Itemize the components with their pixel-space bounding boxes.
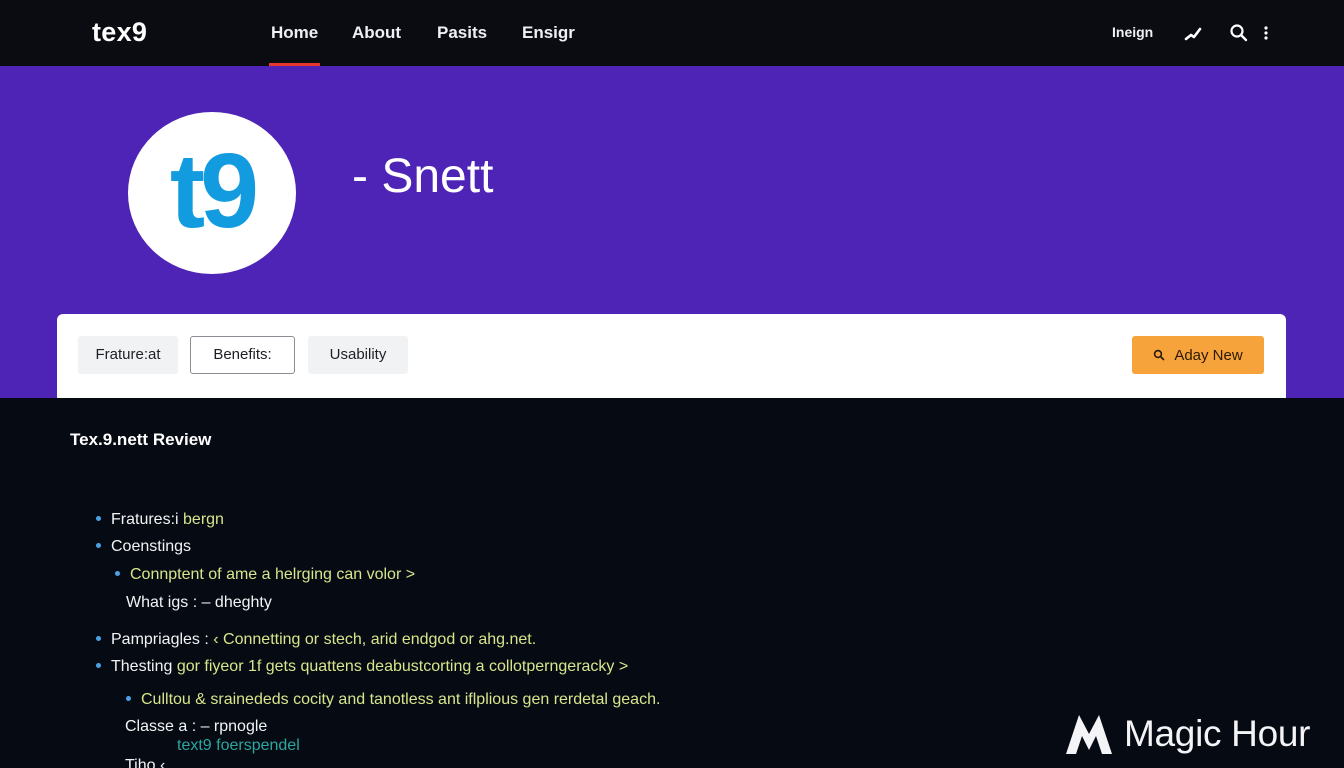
search-icon[interactable]	[1229, 23, 1249, 48]
tab-features[interactable]: Frature:at	[78, 336, 178, 374]
nav-link-ensigr[interactable]: Ensigr	[522, 0, 575, 66]
tab-benefits[interactable]: Benefits:	[190, 336, 295, 374]
review-heading: Tex.9.nett Review	[70, 430, 212, 449]
list-item: Fratures:i bergn	[96, 511, 224, 529]
list-item: Connptent of ame a helrging can volor >	[115, 566, 415, 584]
apply-now-label: Aday New	[1174, 346, 1243, 364]
bullet-icon	[96, 542, 101, 548]
magic-hour-logo-icon	[1066, 715, 1112, 754]
top-navbar: tex9 Home About Pasits Ensigr Ineign	[0, 0, 1344, 66]
watermark: Magic Hour	[1064, 710, 1310, 758]
list-item: Pampriagles : ‹ Connetting or stech, ari…	[96, 631, 536, 649]
tab-usability[interactable]: Usability	[308, 336, 408, 374]
brand-logo-text[interactable]: tex9	[92, 17, 147, 48]
list-item: Tiho ‹	[125, 757, 166, 768]
bullet-icon	[96, 515, 101, 521]
more-vertical-icon[interactable]	[1260, 24, 1272, 47]
hero-title: - Snett	[352, 150, 494, 203]
nav-link-about[interactable]: About	[352, 0, 401, 66]
nav-signin-link[interactable]: Ineign	[1112, 24, 1153, 40]
list-item: Coenstings	[96, 538, 191, 556]
bullet-icon	[115, 570, 120, 576]
list-item: Classe a : – rpnogle	[125, 718, 268, 735]
list-item: What igs : – dhegh​ty	[126, 594, 272, 611]
logo-text: t9	[169, 131, 259, 250]
apply-now-button[interactable]: Aday New	[1132, 336, 1264, 374]
watermark-text: Magic Hour	[1124, 713, 1311, 754]
nav-link-home[interactable]: Home	[268, 0, 321, 66]
site-logo: t9	[128, 112, 296, 274]
list-item: Thesting gor fiyeor 1f gets quattens dea…	[96, 658, 628, 676]
search-icon	[1154, 349, 1165, 361]
tab-bar-card: Frature:at Benefits: Usability Aday New	[57, 314, 1286, 398]
bullet-icon	[96, 662, 101, 668]
nav-link-pasits[interactable]: Pasits	[437, 0, 487, 66]
bullet-icon	[96, 635, 101, 641]
list-item: Culltou & srainededs cocity and tanotles…	[126, 691, 660, 709]
edit-icon[interactable]	[1183, 23, 1203, 48]
list-item: text9 foerspendel	[177, 737, 300, 754]
bullet-icon	[126, 695, 131, 701]
